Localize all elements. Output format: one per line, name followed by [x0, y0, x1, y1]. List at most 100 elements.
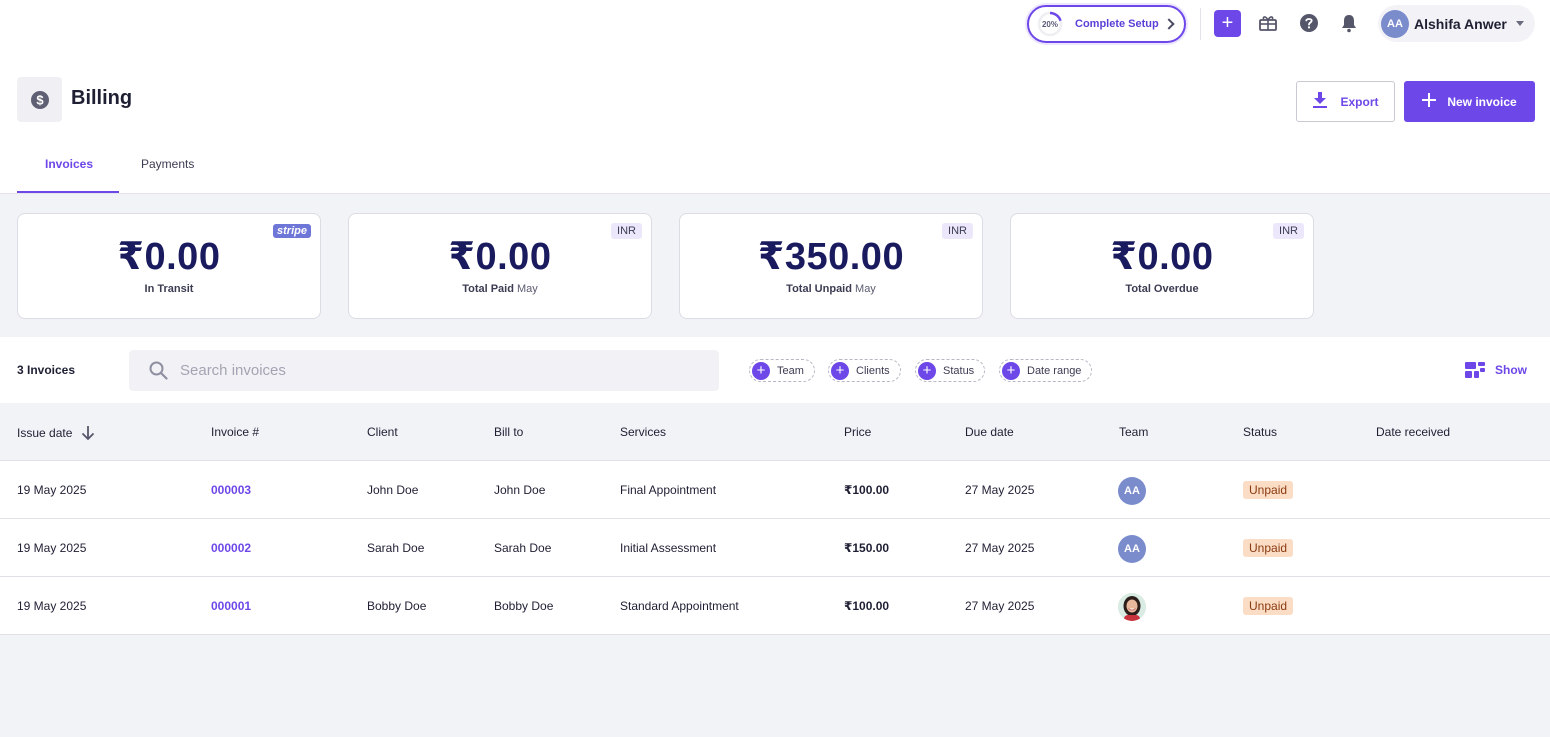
- table-row[interactable]: 19 May 2025 000001 Bobby Doe Bobby Doe S…: [0, 577, 1550, 635]
- cell-due-date: 27 May 2025: [965, 599, 1035, 613]
- plus-icon: +: [1002, 361, 1020, 380]
- cell-price: ₹100.00: [844, 483, 890, 497]
- active-tab-indicator: [17, 191, 119, 193]
- export-label: Export: [1340, 94, 1379, 109]
- team-avatar: AA: [1118, 535, 1146, 563]
- complete-setup-button[interactable]: 20% Complete Setup: [1027, 5, 1186, 43]
- page-header: $ Billing Export New invoice Invoices Pa…: [0, 50, 1550, 194]
- filter-chip-status[interactable]: + Status: [915, 359, 986, 382]
- cell-price: ₹150.00: [844, 541, 890, 555]
- filter-bar: 3 Invoices + Team + Clients + Status + D…: [0, 337, 1550, 403]
- column-header-client[interactable]: Client: [367, 425, 398, 439]
- setup-label: Complete Setup: [1075, 18, 1159, 30]
- cell-invoice-link[interactable]: 000002: [211, 541, 251, 555]
- card-amount: ₹0.00: [448, 236, 552, 278]
- caret-down-icon: [1515, 21, 1524, 26]
- tab-invoices[interactable]: Invoices: [45, 157, 93, 171]
- card-sublabel: May: [855, 283, 876, 295]
- search-input[interactable]: [180, 362, 700, 379]
- card-label: Total Unpaid May: [786, 283, 876, 295]
- filter-chip-date-range[interactable]: + Date range: [999, 359, 1093, 382]
- summary-card-in-transit: stripe ₹0.00 In Transit: [17, 213, 321, 319]
- divider: [1200, 8, 1201, 40]
- cell-issue-date: 19 May 2025: [17, 483, 87, 497]
- cell-bill-to: John Doe: [494, 483, 546, 497]
- filter-chip-team[interactable]: + Team: [749, 359, 815, 382]
- plus-icon: +: [918, 361, 936, 380]
- cell-bill-to: Sarah Doe: [494, 541, 552, 555]
- cell-client: Bobby Doe: [367, 599, 427, 613]
- column-header-issue-date[interactable]: Issue date: [17, 425, 95, 441]
- cell-services: Initial Assessment: [620, 541, 717, 555]
- bell-icon[interactable]: [1338, 12, 1360, 34]
- search-icon: [149, 361, 168, 380]
- summary-card-total-overdue: INR ₹0.00 Total Overdue: [1010, 213, 1314, 319]
- table-row[interactable]: 19 May 2025 000002 Sarah Doe Sarah Doe I…: [0, 519, 1550, 577]
- cell-client: John Doe: [367, 483, 419, 497]
- filter-chip-clients[interactable]: + Clients: [828, 359, 901, 382]
- column-header-due-date[interactable]: Due date: [965, 425, 1014, 439]
- plus-icon[interactable]: +: [1214, 10, 1241, 37]
- cell-services: Standard Appointment: [620, 599, 739, 613]
- help-icon[interactable]: [1298, 12, 1320, 34]
- top-bar: 20% Complete Setup + AA Alshifa Anwer: [0, 0, 1550, 50]
- chip-label: Status: [943, 364, 975, 377]
- page-title: Billing: [71, 87, 133, 109]
- card-label: In Transit: [144, 283, 194, 295]
- plus-icon: +: [831, 361, 849, 380]
- tab-payments[interactable]: Payments: [141, 157, 194, 171]
- column-header-bill-to[interactable]: Bill to: [494, 425, 523, 439]
- cell-client: Sarah Doe: [367, 541, 425, 555]
- export-button[interactable]: Export: [1296, 81, 1395, 122]
- card-amount: ₹0.00: [1110, 236, 1214, 278]
- card-amount: ₹0.00: [117, 236, 221, 278]
- cell-issue-date: 19 May 2025: [17, 599, 87, 613]
- cell-price: ₹100.00: [844, 599, 890, 613]
- card-label: Total Paid May: [462, 283, 538, 295]
- summary-card-total-paid: INR ₹0.00 Total Paid May: [348, 213, 652, 319]
- cell-services: Final Appointment: [620, 483, 717, 497]
- table-header: Issue date Invoice # Client Bill to Serv…: [0, 403, 1550, 461]
- svg-text:$: $: [36, 92, 44, 107]
- cell-due-date: 27 May 2025: [965, 541, 1035, 555]
- column-header-team[interactable]: Team: [1119, 425, 1148, 439]
- dollar-icon: $: [17, 77, 62, 122]
- user-menu[interactable]: AA Alshifa Anwer: [1378, 5, 1535, 42]
- card-sublabel: May: [517, 283, 538, 295]
- cell-issue-date: 19 May 2025: [17, 541, 87, 555]
- table-row[interactable]: 19 May 2025 000003 John Doe John Doe Fin…: [0, 461, 1550, 519]
- invoice-count: 3 Invoices: [17, 363, 76, 377]
- column-header-invoice[interactable]: Invoice #: [211, 425, 259, 439]
- invoices-table: Issue date Invoice # Client Bill to Serv…: [0, 403, 1550, 635]
- team-avatar-photo: [1118, 593, 1146, 621]
- cell-invoice-link[interactable]: 000001: [211, 599, 251, 613]
- new-invoice-button[interactable]: New invoice: [1404, 81, 1535, 122]
- column-header-date-received[interactable]: Date received: [1376, 425, 1450, 439]
- show-label: Show: [1495, 363, 1527, 377]
- status-badge: Unpaid: [1243, 597, 1294, 615]
- card-label: Total Overdue: [1125, 283, 1199, 295]
- chip-label: Team: [777, 364, 804, 377]
- avatar: AA: [1381, 9, 1409, 38]
- show-columns-button[interactable]: Show: [1465, 361, 1527, 379]
- setup-progress-ring: 20%: [1037, 11, 1063, 37]
- search-box[interactable]: [129, 350, 719, 391]
- gift-icon[interactable]: [1257, 12, 1279, 34]
- chip-label: Clients: [856, 364, 890, 377]
- card-amount: ₹350.00: [757, 236, 905, 278]
- plus-icon: [1422, 93, 1437, 110]
- column-header-status[interactable]: Status: [1243, 425, 1277, 439]
- chevron-right-icon: [1163, 18, 1175, 30]
- column-header-services[interactable]: Services: [620, 425, 666, 439]
- column-header-price[interactable]: Price: [844, 425, 871, 439]
- cell-invoice-link[interactable]: 000003: [211, 483, 251, 497]
- status-badge: Unpaid: [1243, 539, 1294, 557]
- plus-icon: +: [752, 361, 770, 380]
- cell-bill-to: Bobby Doe: [494, 599, 554, 613]
- user-name: Alshifa Anwer: [1414, 15, 1507, 32]
- columns-icon: [1465, 361, 1486, 379]
- arrow-down-icon: [81, 425, 95, 441]
- status-badge: Unpaid: [1243, 481, 1294, 499]
- download-icon: [1312, 91, 1328, 112]
- chip-label: Date range: [1027, 364, 1082, 377]
